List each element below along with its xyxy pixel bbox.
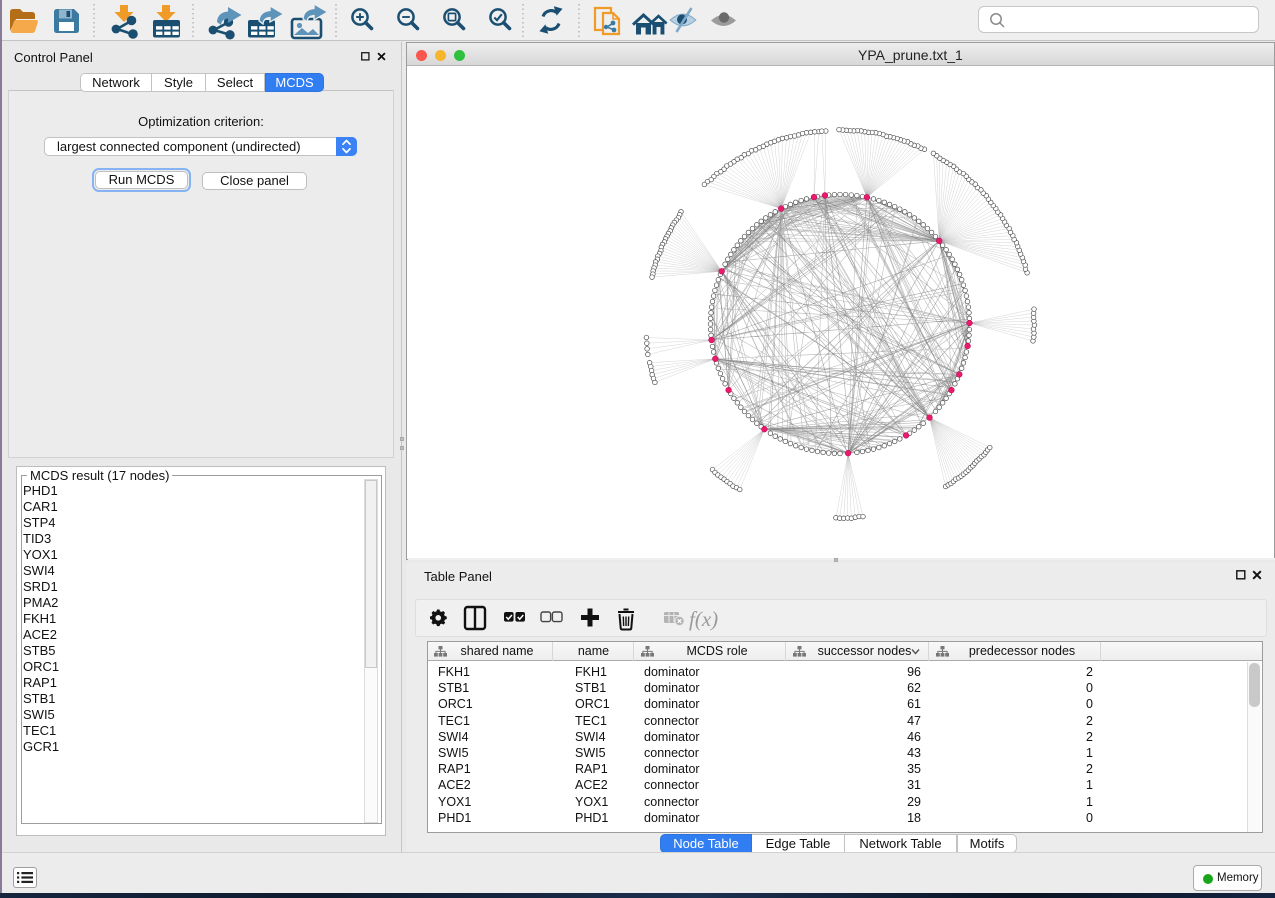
- svg-text:f(x): f(x): [689, 607, 718, 631]
